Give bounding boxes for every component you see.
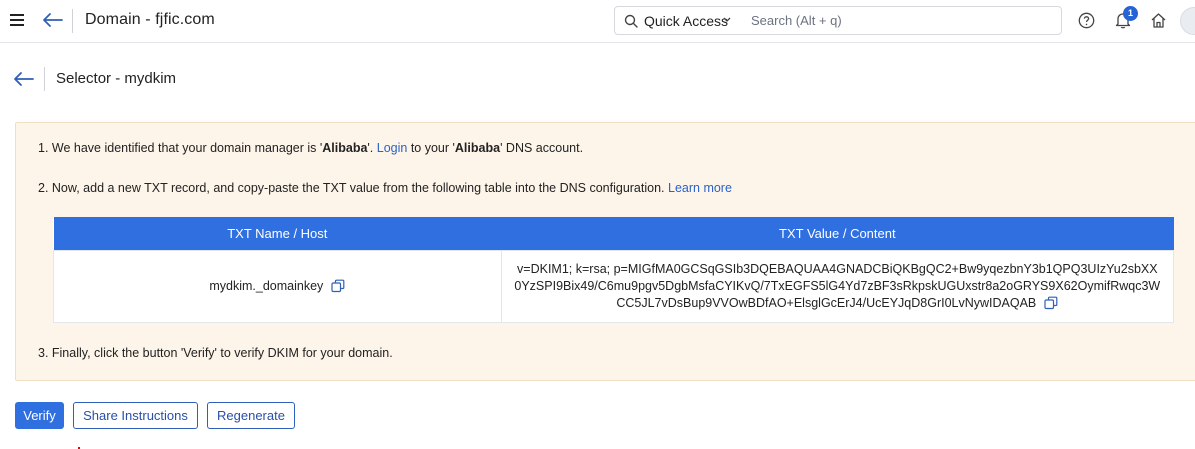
step-1-prefix: 1. We have identified that your domain m… <box>38 141 323 155</box>
selector-title: Selector - mydkim <box>56 70 177 87</box>
login-link[interactable]: Login <box>377 141 408 155</box>
step-3-text: 3. Finally, click the button 'Verify' to… <box>38 346 393 360</box>
step-1-middle: '. <box>367 141 377 155</box>
search-input[interactable] <box>751 8 1051 33</box>
help-icon[interactable] <box>1078 12 1095 29</box>
dkim-instructions-panel: 1. We have identified that your domain m… <box>15 122 1195 381</box>
copy-icon[interactable] <box>1044 296 1058 310</box>
back-arrow-icon[interactable] <box>12 71 34 87</box>
menu-icon[interactable] <box>10 14 24 26</box>
learn-more-link[interactable]: Learn more <box>668 181 732 195</box>
step-1-middle2: to your ' <box>407 141 455 155</box>
back-arrow-icon[interactable] <box>41 12 63 28</box>
share-instructions-button[interactable]: Share Instructions <box>73 402 198 429</box>
divider <box>44 67 45 91</box>
notification-badge: 1 <box>1123 6 1138 21</box>
step-2-label: 2. Now, add a new TXT record, and copy-p… <box>38 181 665 195</box>
column-header-name: TXT Name / Host <box>53 217 502 250</box>
page-title: Domain - fjfic.com <box>85 11 215 28</box>
verify-button[interactable]: Verify <box>15 402 64 429</box>
search-bar: Quick Access <box>614 6 1062 35</box>
column-header-value: TXT Value / Content <box>501 217 1174 250</box>
txt-name-cell: mydkim._domainkey <box>53 249 502 323</box>
chevron-down-icon[interactable] <box>723 17 731 23</box>
txt-value-cell: v=DKIM1; k=rsa; p=MIGfMA0GCSqGSIb3DQEBAQ… <box>500 249 1175 323</box>
step-1-text: 1. We have identified that your domain m… <box>38 141 583 155</box>
domain-manager-name: Alibaba <box>454 141 501 155</box>
top-bar: Domain - fjfic.com Quick Access 1 <box>0 0 1195 43</box>
txt-name-value: mydkim._domainkey <box>209 279 324 293</box>
domain-manager-name: Alibaba <box>322 141 368 155</box>
step-2-text: 2. Now, add a new TXT record, and copy-p… <box>38 181 732 195</box>
regenerate-button[interactable]: Regenerate <box>207 402 295 429</box>
dns-records-table: TXT Name / Host TXT Value / Content mydk… <box>53 217 1175 323</box>
table-row: mydkim._domainkey v=DKIM1; k=rsa; p=MIGf… <box>53 249 1175 323</box>
txt-value-content: v=DKIM1; k=rsa; p=MIGfMA0GCSqGSIb3DQEBAQ… <box>514 261 1161 310</box>
copy-icon[interactable] <box>331 279 345 293</box>
quick-access-dropdown[interactable]: Quick Access <box>644 13 728 29</box>
avatar[interactable] <box>1180 7 1195 35</box>
search-icon <box>624 14 638 28</box>
home-icon[interactable] <box>1150 12 1167 29</box>
divider <box>72 9 73 33</box>
step-1-suffix: ' DNS account. <box>500 141 584 155</box>
table-header-row: TXT Name / Host TXT Value / Content <box>53 217 1174 250</box>
